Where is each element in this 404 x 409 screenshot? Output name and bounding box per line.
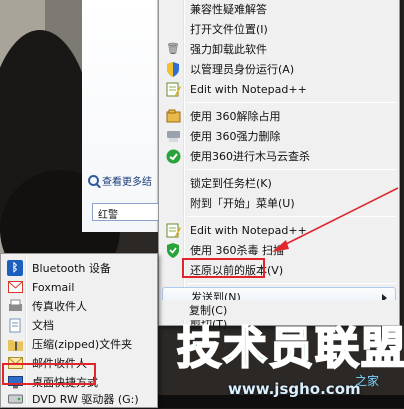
search-more-label: 查看更多结 — [102, 176, 152, 188]
shield-icon — [165, 61, 181, 77]
dvd-drive-icon — [7, 391, 23, 407]
menu-item-label: Edit with Notepad++ — [190, 82, 307, 96]
trash-icon: 🗑 — [166, 42, 180, 55]
menu-item-label: 使用360进行木马云查杀 — [190, 150, 310, 163]
foxmail-icon — [7, 279, 23, 295]
menu-item-label: 使用 360强力删除 — [190, 130, 281, 143]
sendto-documents[interactable]: 文档 — [4, 315, 154, 335]
menu-item-label: 强力卸载此软件 — [190, 43, 267, 56]
unlock-icon — [165, 108, 181, 124]
sendto-zip[interactable]: 压缩(zipped)文件夹 — [4, 334, 154, 354]
notepad-icon — [165, 222, 181, 238]
menu-item-copy[interactable]: 复制(C) — [161, 300, 397, 320]
start-menu-panel — [82, 0, 158, 232]
menu-item-open-location[interactable]: 打开文件位置(I) — [162, 19, 396, 39]
bluetooth-icon: ᛒ — [7, 260, 23, 276]
menu-item-label: 以管理员身份运行(A) — [190, 63, 295, 76]
menu-item-label: Foxmail — [32, 280, 75, 294]
watermark-url: www.jsgho.com — [228, 380, 361, 398]
sendto-fax[interactable]: 传真收件人 — [4, 296, 154, 316]
search-more-link[interactable]: 查看更多结 — [88, 172, 158, 188]
sendto-foxmail[interactable]: Foxmail — [4, 277, 154, 297]
sendto-dvd-drive[interactable]: DVD RW 驱动器 (G:) — [4, 389, 154, 409]
360-icon — [165, 148, 181, 164]
menu-item-force-uninstall[interactable]: 🗑 强力卸载此软件 — [162, 39, 396, 59]
menu-item-label: 打开文件位置(I) — [190, 23, 268, 36]
fax-icon — [7, 298, 23, 314]
annotation-box-send-to — [182, 258, 265, 278]
annotation-box-desktop-shortcut — [2, 363, 96, 385]
menu-item-label: 使用 360解除占用 — [190, 110, 281, 123]
menu-item-label: 兼容性疑难解答 — [190, 3, 267, 16]
shredder-icon — [165, 128, 181, 144]
menu-item-notepad[interactable]: Edit with Notepad++ — [162, 79, 396, 99]
menu-item-run-as-admin[interactable]: 以管理员身份运行(A) — [162, 59, 396, 79]
menu-item-label: 文档 — [32, 319, 54, 332]
watermark-corner: 之家 — [355, 374, 380, 388]
documents-icon — [7, 317, 23, 333]
menu-item-label: 复制(C) — [189, 304, 228, 317]
menu-item-label: 传真收件人 — [32, 300, 87, 313]
notepad-icon — [165, 81, 181, 97]
search-icon — [88, 174, 99, 186]
menu-item-label: DVD RW 驱动器 (G:) — [32, 393, 139, 406]
menu-item-360-delete[interactable]: 使用 360强力删除 — [162, 126, 396, 146]
menu-item-compat[interactable]: 兼容性疑难解答 — [162, 0, 396, 19]
menu-item-label: 压缩(zipped)文件夹 — [32, 338, 133, 351]
360-antivirus-icon — [165, 242, 181, 258]
start-search-input[interactable]: 红警 — [92, 203, 160, 221]
zip-folder-icon — [7, 336, 23, 352]
menu-item-label: 锁定到任务栏(K) — [190, 177, 272, 190]
annotation-arrow — [272, 187, 399, 252]
watermark-title: 技术员联盟 — [176, 323, 404, 374]
menu-item-360-scan-trojan[interactable]: 使用360进行木马云查杀 — [162, 146, 396, 166]
sendto-bluetooth[interactable]: ᛒ Bluetooth 设备 — [4, 258, 154, 278]
menu-item-360-unlock[interactable]: 使用 360解除占用 — [162, 106, 396, 126]
menu-item-label: Bluetooth 设备 — [32, 262, 111, 275]
